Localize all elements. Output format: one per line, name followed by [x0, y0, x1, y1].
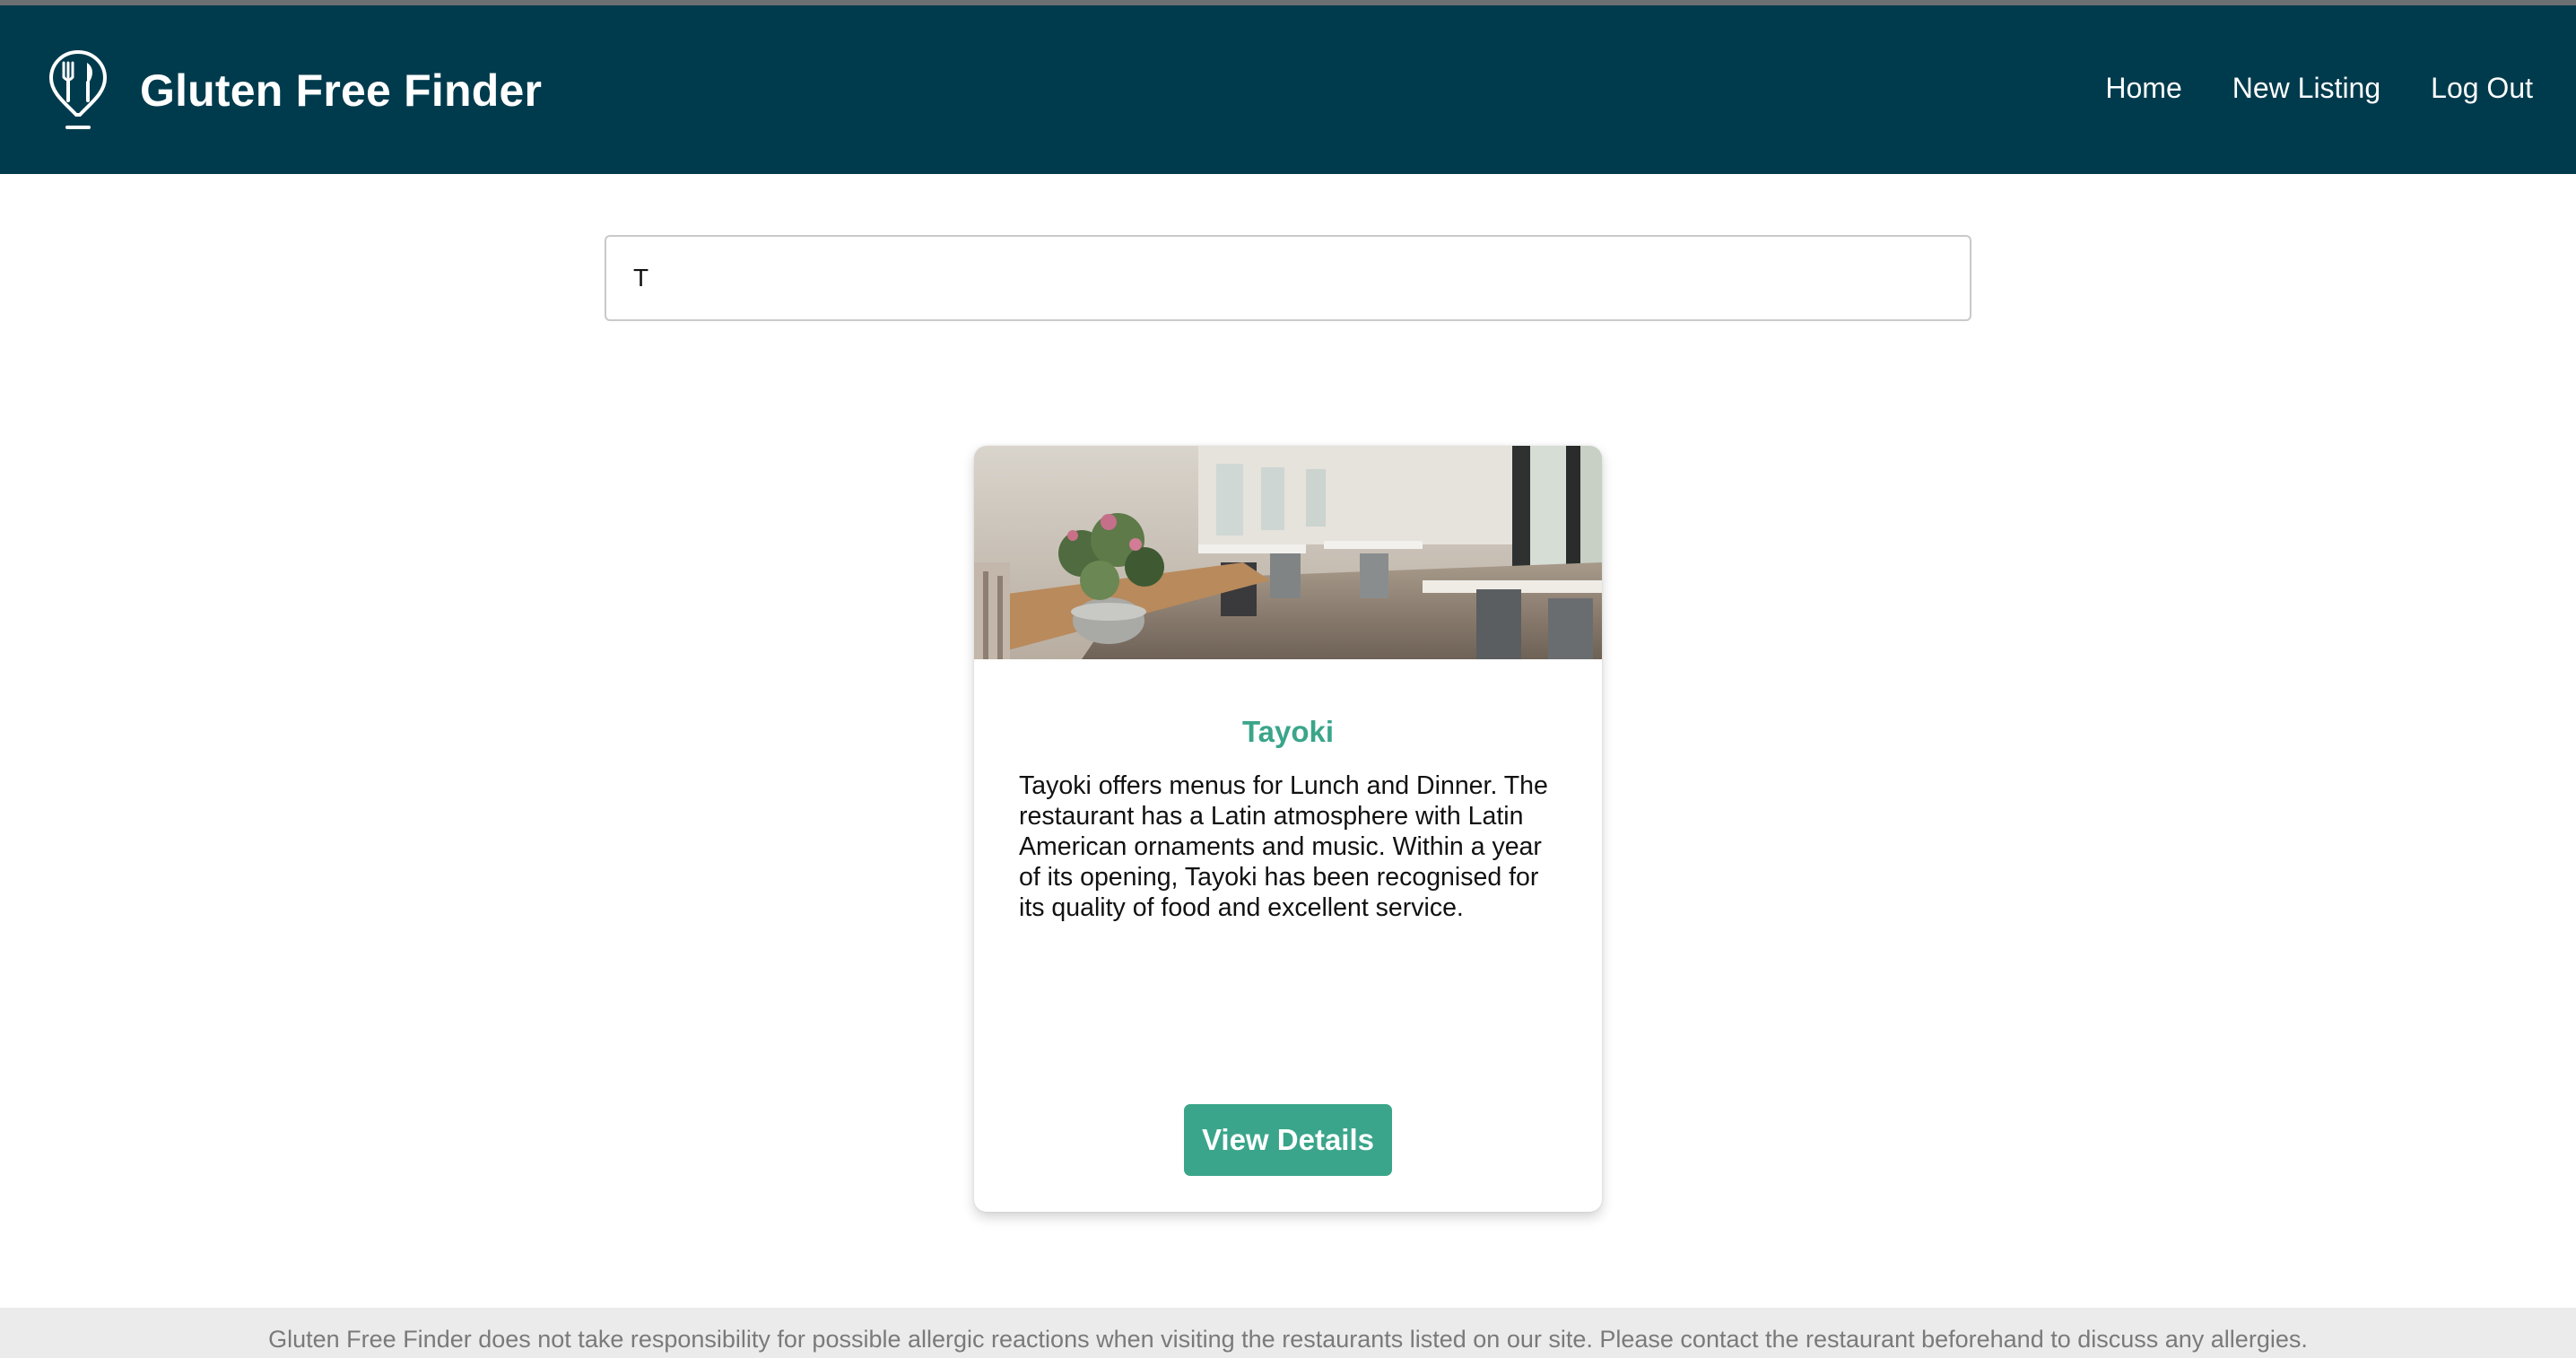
search-input[interactable] [605, 235, 1971, 321]
brand[interactable]: Gluten Free Finder [47, 46, 542, 135]
navbar: Gluten Free Finder Home New Listing Log … [0, 5, 2576, 174]
main-nav: Home New Listing Log Out [2105, 72, 2533, 105]
brand-title: Gluten Free Finder [140, 65, 543, 116]
restaurant-interior-photo [974, 446, 1602, 659]
footer: Gluten Free Finder does not take respons… [0, 1308, 2576, 1358]
nav-log-out-link[interactable]: Log Out [2431, 72, 2533, 105]
map-pin-fork-knife-icon [48, 49, 108, 129]
restaurant-description: Tayoki offers menus for Lunch and Dinner… [1019, 771, 1548, 922]
restaurant-card: Tayoki Tayoki offers menus for Lunch and… [974, 446, 1602, 1212]
nav-home-link[interactable]: Home [2105, 72, 2181, 105]
footer-disclaimer: Gluten Free Finder does not take respons… [268, 1326, 2308, 1353]
search-bar [605, 235, 1971, 321]
view-details-button[interactable]: View Details [1184, 1104, 1392, 1176]
restaurant-name[interactable]: Tayoki [974, 715, 1602, 749]
nav-new-listing-link[interactable]: New Listing [2232, 72, 2380, 105]
